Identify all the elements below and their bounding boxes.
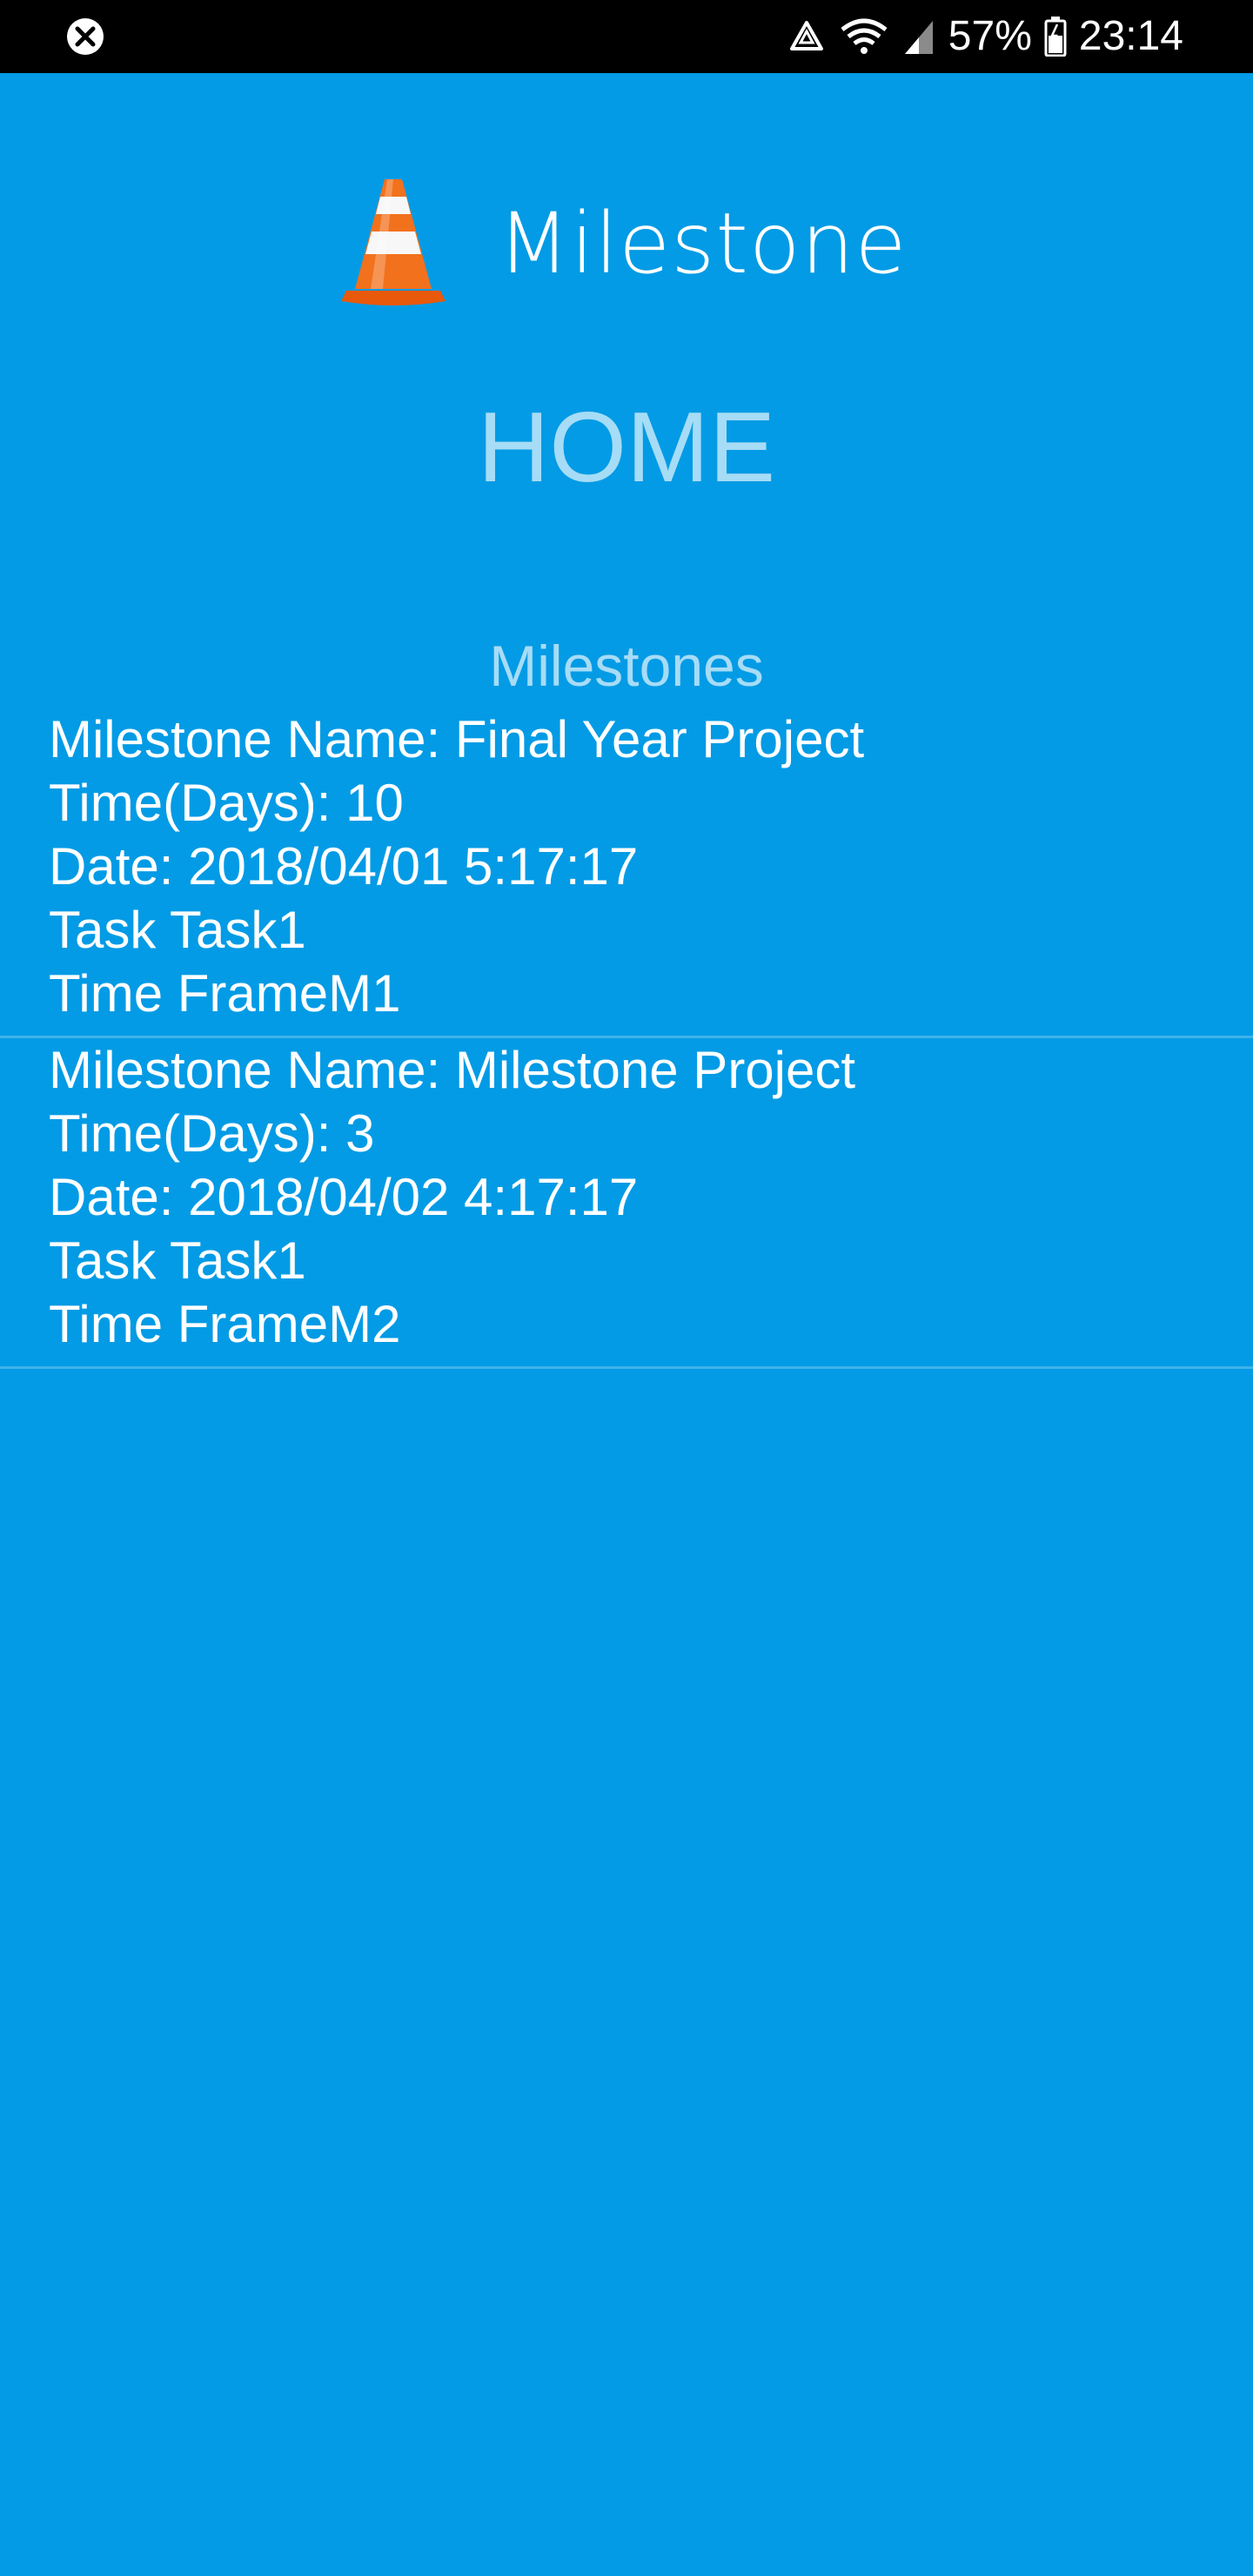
app-logo: Milestone: [0, 174, 1253, 313]
clock: 23:14: [1078, 13, 1183, 59]
status-bar: 57% 23:14: [0, 0, 1253, 73]
list-item[interactable]: Milestone Name: Final Year Project Time(…: [0, 708, 1253, 1038]
milestone-name: Milestone Name: Milestone Project: [49, 1041, 856, 1099]
list-item[interactable]: Milestone Name: Milestone Project Time(D…: [0, 1038, 1253, 1369]
milestone-name: Milestone Name: Final Year Project: [49, 710, 865, 768]
milestone-time-days: Time(Days): 10: [49, 774, 404, 832]
milestone-time-frame: Time FrameM2: [49, 1295, 401, 1353]
milestone-task: Task Task1: [49, 1231, 306, 1290]
wifi-icon: [839, 17, 889, 56]
battery-icon: [1044, 17, 1067, 57]
milestone-list: Milestone Name: Final Year Project Time(…: [0, 708, 1253, 1369]
milestone-task: Task Task1: [49, 901, 306, 959]
app-notification-icon: [66, 17, 104, 56]
milestone-date: Date: 2018/04/02 4:17:17: [49, 1168, 639, 1226]
page-title: HOME: [478, 392, 775, 503]
milestone-time-frame: Time FrameM1: [49, 964, 401, 1023]
milestone-date: Date: 2018/04/01 5:17:17: [49, 837, 639, 896]
milestone-time-days: Time(Days): 3: [49, 1104, 375, 1163]
signal-icon: [901, 17, 936, 56]
recycle-icon: [787, 19, 827, 54]
section-title: Milestones: [489, 634, 764, 698]
battery-percentage: 57%: [948, 13, 1032, 59]
traffic-cone-icon: [341, 174, 446, 306]
app-name: Milestone: [498, 195, 908, 292]
status-icons: 57% 23:14: [787, 0, 1183, 73]
